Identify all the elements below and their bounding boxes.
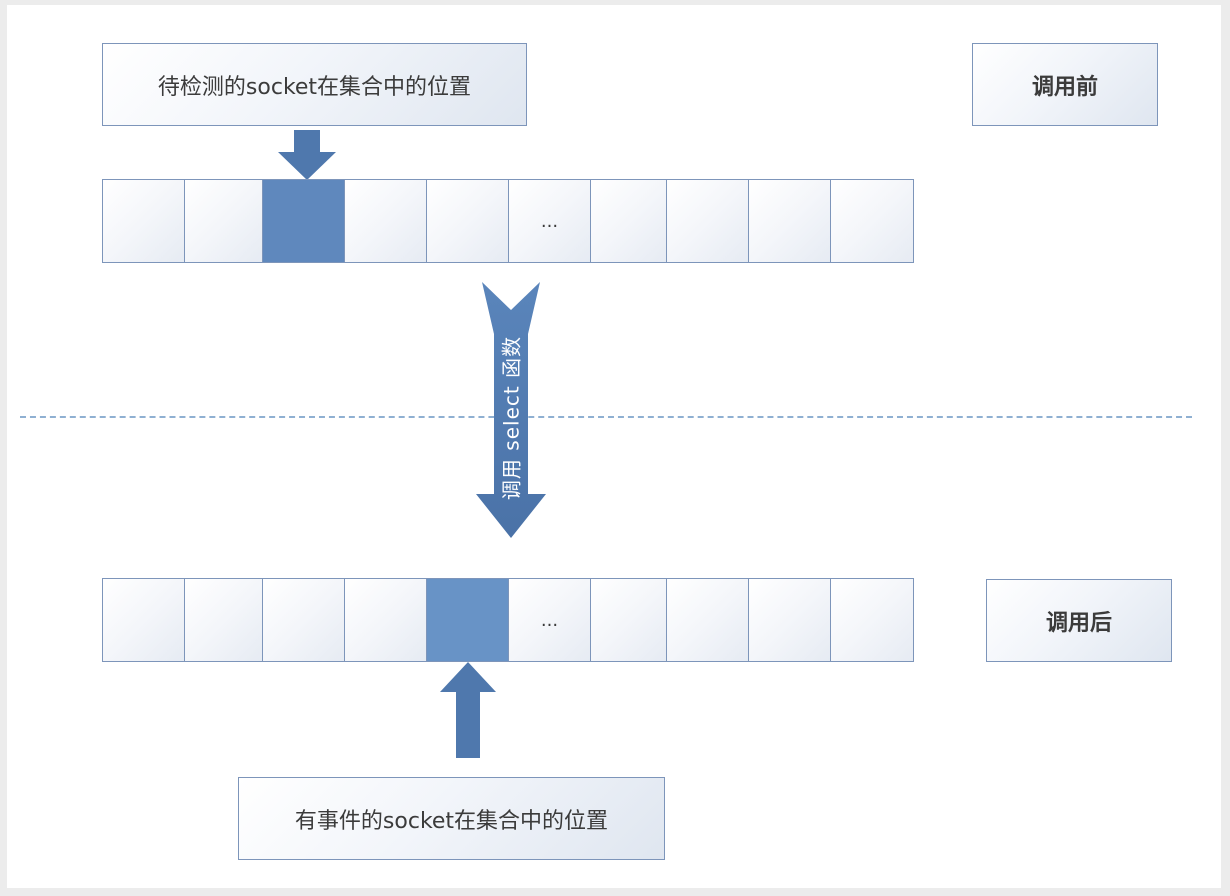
- after-label: 调用后: [1045, 610, 1112, 636]
- set-cell: [427, 180, 509, 262]
- set-cell: [667, 180, 749, 262]
- bottom-label-box: 有事件的socket在集合中的位置: [238, 777, 665, 860]
- diagram-canvas: [7, 5, 1221, 888]
- set-cell-highlighted: [263, 180, 345, 262]
- top-label-box: 待检测的socket在集合中的位置: [102, 43, 527, 126]
- before-box: 调用前: [972, 43, 1158, 126]
- set-cell: [831, 180, 913, 262]
- set-cell: [185, 579, 263, 661]
- set-cell: [103, 579, 185, 661]
- down-arrow-icon: [278, 130, 336, 180]
- top-socket-set: ...: [102, 179, 914, 263]
- set-cell: [345, 180, 427, 262]
- before-label: 调用前: [1031, 74, 1098, 100]
- set-cell: [749, 180, 831, 262]
- up-arrow-icon: [440, 662, 496, 758]
- top-label-text: 待检测的socket在集合中的位置: [157, 74, 472, 100]
- select-call-label: 调用 select 函数: [499, 335, 524, 501]
- dashed-divider: [20, 416, 1192, 418]
- set-cell-highlighted: [427, 579, 509, 661]
- set-cell: [749, 579, 831, 661]
- set-cell: [591, 180, 667, 262]
- set-cell: [263, 579, 345, 661]
- set-cell: [591, 579, 667, 661]
- after-box: 调用后: [986, 579, 1172, 662]
- bottom-label-text: 有事件的socket在集合中的位置: [294, 808, 609, 834]
- set-cell: [831, 579, 913, 661]
- set-cell-ellipsis: ...: [509, 180, 591, 262]
- set-cell: [185, 180, 263, 262]
- bottom-socket-set: ...: [102, 578, 914, 662]
- set-cell-ellipsis: ...: [509, 579, 591, 661]
- set-cell: [667, 579, 749, 661]
- set-cell: [103, 180, 185, 262]
- set-cell: [345, 579, 427, 661]
